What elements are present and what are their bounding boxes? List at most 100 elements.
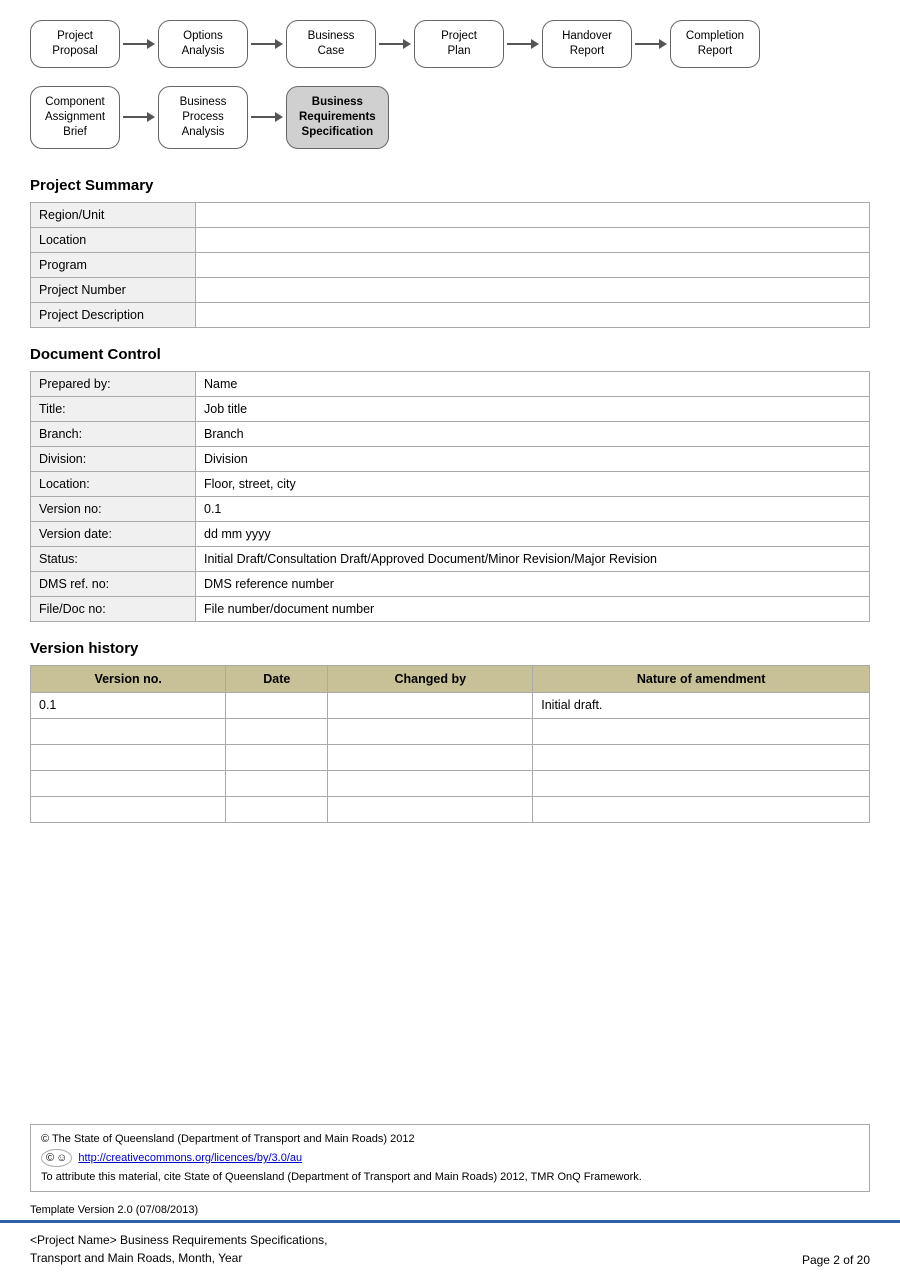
flow-diagram-2: ComponentAssignmentBrief BusinessProcess…: [0, 78, 900, 154]
table-row: Program: [31, 252, 870, 277]
table-row: Location: [31, 227, 870, 252]
value-cell: Floor, street, city: [196, 471, 870, 496]
flow-node-business-requirements-spec: BusinessRequirementsSpecification: [286, 86, 389, 149]
table-row: Version date:dd mm yyyy: [31, 521, 870, 546]
footer-left: <Project Name> Business Requirements Spe…: [30, 1231, 327, 1267]
table-row: Location:Floor, street, city: [31, 471, 870, 496]
version-history-header-row: Version no.DateChanged byNature of amend…: [31, 665, 870, 692]
document-control-title: Document Control: [30, 346, 870, 363]
table-row: Project Description: [31, 302, 870, 327]
label-cell: Title:: [31, 396, 196, 421]
version-cell-version: 0.1: [31, 692, 226, 718]
main-content: Project Summary Region/UnitLocationProgr…: [0, 154, 900, 1114]
cc-icon: © ☺: [41, 1149, 72, 1167]
version-history-title: Version history: [30, 640, 870, 657]
flow-diagram-1: ProjectProposal OptionsAnalysis Business…: [0, 0, 900, 78]
footer-page-number: Page 2 of 20: [802, 1253, 870, 1267]
cc-symbol: ©: [46, 1152, 54, 1164]
arrow-4: [504, 39, 542, 49]
table-row: 0.1 Initial draft.: [31, 692, 870, 718]
version-cell-changed_by: [328, 770, 533, 796]
version-cell-changed_by: [328, 718, 533, 744]
value-cell: dd mm yyyy: [196, 521, 870, 546]
template-version: Template Version 2.0 (07/08/2013): [0, 1200, 900, 1220]
arrow-2: [248, 39, 286, 49]
version-cell-version: [31, 796, 226, 822]
document-control-table: Prepared by:NameTitle:Job titleBranch:Br…: [30, 371, 870, 622]
value-cell: File number/document number: [196, 596, 870, 621]
table-row: Title:Job title: [31, 396, 870, 421]
table-row: [31, 770, 870, 796]
table-row: [31, 796, 870, 822]
label-cell: Region/Unit: [31, 202, 196, 227]
footer-box: © The State of Queensland (Department of…: [30, 1124, 870, 1192]
label-cell: DMS ref. no:: [31, 571, 196, 596]
table-row: Status:Initial Draft/Consultation Draft/…: [31, 546, 870, 571]
version-history-header-cell: Version no.: [31, 665, 226, 692]
version-cell-changed_by: [328, 692, 533, 718]
version-cell-version: [31, 718, 226, 744]
value-cell: Branch: [196, 421, 870, 446]
value-cell: Division: [196, 446, 870, 471]
copyright-text: © The State of Queensland (Department of…: [41, 1133, 859, 1145]
table-row: [31, 718, 870, 744]
version-cell-nature: Initial draft.: [533, 692, 870, 718]
version-history-header-cell: Nature of amendment: [533, 665, 870, 692]
flow-node-business-case: BusinessCase: [286, 20, 376, 68]
flow-node-handover-report: HandoverReport: [542, 20, 632, 68]
table-row: DMS ref. no:DMS reference number: [31, 571, 870, 596]
arrow-3: [376, 39, 414, 49]
version-history-table: Version no.DateChanged byNature of amend…: [30, 665, 870, 823]
page-footer: <Project Name> Business Requirements Spe…: [0, 1220, 900, 1273]
version-cell-changed_by: [328, 744, 533, 770]
label-cell: Location: [31, 227, 196, 252]
arrow-1: [120, 39, 158, 49]
cc-person-symbol: ☺: [56, 1152, 67, 1164]
table-row: Branch:Branch: [31, 421, 870, 446]
table-row: Division:Division: [31, 446, 870, 471]
flow-node-project-plan: ProjectPlan: [414, 20, 504, 68]
version-cell-date: [226, 770, 328, 796]
version-history-header-cell: Date: [226, 665, 328, 692]
project-summary-table: Region/UnitLocationProgramProject Number…: [30, 202, 870, 328]
cc-link: http://creativecommons.org/licences/by/3…: [78, 1152, 302, 1164]
label-cell: File/Doc no:: [31, 596, 196, 621]
value-cell: [196, 227, 870, 252]
attribution-text: To attribute this material, cite State o…: [41, 1171, 859, 1183]
version-cell-nature: [533, 796, 870, 822]
version-cell-date: [226, 796, 328, 822]
label-cell: Project Description: [31, 302, 196, 327]
arrow-6: [120, 112, 158, 122]
table-row: Region/Unit: [31, 202, 870, 227]
value-cell: DMS reference number: [196, 571, 870, 596]
table-row: [31, 744, 870, 770]
table-row: File/Doc no:File number/document number: [31, 596, 870, 621]
value-cell: [196, 277, 870, 302]
value-cell: Name: [196, 371, 870, 396]
flow-node-business-process-analysis: BusinessProcessAnalysis: [158, 86, 248, 149]
label-cell: Division:: [31, 446, 196, 471]
page: ProjectProposal OptionsAnalysis Business…: [0, 0, 900, 1273]
footer-left-line2: Transport and Main Roads, Month, Year: [30, 1249, 327, 1267]
version-cell-nature: [533, 744, 870, 770]
label-cell: Version date:: [31, 521, 196, 546]
label-cell: Program: [31, 252, 196, 277]
arrow-5: [632, 39, 670, 49]
version-history-header-cell: Changed by: [328, 665, 533, 692]
version-cell-date: [226, 692, 328, 718]
table-row: Version no:0.1: [31, 496, 870, 521]
arrow-7: [248, 112, 286, 122]
version-cell-changed_by: [328, 796, 533, 822]
label-cell: Version no:: [31, 496, 196, 521]
version-cell-date: [226, 744, 328, 770]
value-cell: Job title: [196, 396, 870, 421]
version-cell-nature: [533, 770, 870, 796]
flow-node-project-proposal: ProjectProposal: [30, 20, 120, 68]
footer-left-line1: <Project Name> Business Requirements Spe…: [30, 1231, 327, 1249]
flow-node-completion-report: CompletionReport: [670, 20, 760, 68]
project-summary-title: Project Summary: [30, 177, 870, 194]
cc-url[interactable]: http://creativecommons.org/licences/by/3…: [78, 1152, 302, 1164]
table-row: Prepared by:Name: [31, 371, 870, 396]
value-cell: Initial Draft/Consultation Draft/Approve…: [196, 546, 870, 571]
flow-node-options-analysis: OptionsAnalysis: [158, 20, 248, 68]
